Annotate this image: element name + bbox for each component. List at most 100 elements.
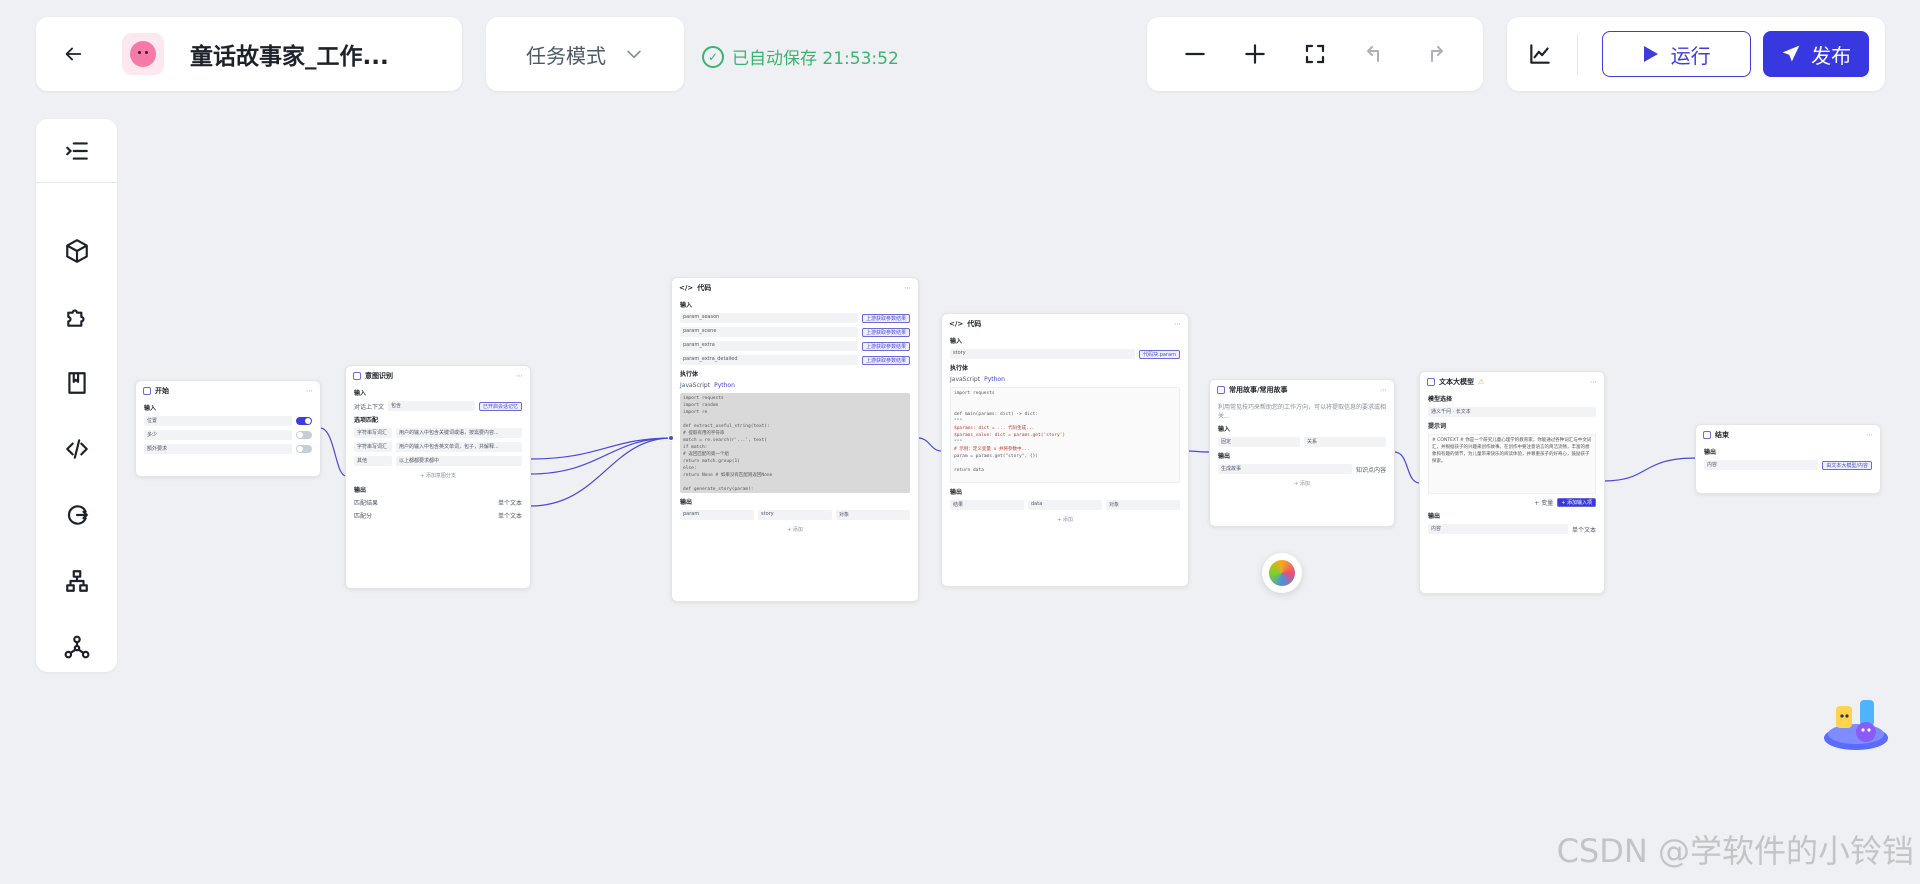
sidebar-item-code[interactable] [53, 425, 101, 473]
option-key[interactable]: 字符串写词汇 [354, 428, 392, 438]
output-ref-tag[interactable]: 由文本大模型/内容 [1822, 460, 1872, 470]
node-knowledge-input-label: 输入 [1218, 426, 1231, 433]
more-icon[interactable]: ⋯ [904, 284, 911, 292]
node-llm[interactable]: 文本大模型 ⚠ ⋯ 模型选择 通义千问 · 长文本 提示词 # CONTEXT … [1419, 371, 1605, 594]
tab-python[interactable]: Python [984, 376, 1005, 383]
input-row: param_scene 上游获取参数结果 [672, 325, 918, 339]
more-icon[interactable]: ⋯ [1174, 320, 1181, 328]
output-name-field[interactable]: param [680, 510, 754, 520]
node-knowledge[interactable]: 常用故事/常用故事 ⋯ 利用常见技巧来帮助您的工作方向，可以将提取信息的要求或相… [1209, 379, 1395, 527]
node-knowledge-title: 常用故事/常用故事 [1229, 386, 1288, 394]
more-icon[interactable]: ⋯ [1380, 386, 1387, 394]
option-key[interactable]: 字符串写词汇 [354, 442, 392, 452]
code-line: match = re.search(r'...', text) [683, 438, 767, 443]
input-name-field[interactable]: param_extra [680, 341, 858, 351]
option-value[interactable]: 用户的输入中包含关键词或语，按需要内容... [396, 428, 522, 438]
node-code-2[interactable]: </> 代码 ⋯ 输入 story 代码块.param 执行体 JavaScri… [941, 313, 1189, 587]
code-editor[interactable]: import requests import random import re … [680, 393, 910, 493]
loop-icon [67, 505, 88, 525]
options-label: 选项匹配 [354, 417, 379, 424]
prompt-editor[interactable]: # CONTEXT # 你是一个研究儿童心理学的教育家，你能通过各种词汇与中文词… [1428, 434, 1596, 494]
node-toolbar [36, 119, 117, 672]
context-label: 对话上下文 [354, 403, 385, 411]
code-line: param = params.get("story", {}) [954, 454, 1038, 459]
model-select[interactable]: 通义千问 · 长文本 [1428, 407, 1596, 417]
redo-button[interactable] [1417, 36, 1453, 72]
node-start-input-label: 输入 [144, 405, 157, 412]
input-mode-select[interactable]: 固定 [1218, 437, 1300, 447]
more-icon[interactable]: ⋯ [306, 387, 313, 395]
output-name-field[interactable]: 内容 [1428, 524, 1568, 534]
code-icon: </> [949, 320, 964, 328]
output-type-select[interactable]: 对象 [1106, 500, 1180, 510]
node-intent[interactable]: 意图识别 ⋯ 输入 对话上下文 包含 已开启会话记忆 选项匹配 字符串写词汇 用… [345, 365, 531, 589]
zoom-in-button[interactable] [1237, 36, 1273, 72]
input-name-field[interactable]: param_season [680, 313, 858, 323]
input-ref-tag[interactable]: 上游获取参数结果 [861, 313, 910, 323]
add-input-button[interactable]: + 添加输入项 [1557, 498, 1596, 507]
context-select[interactable]: 包含 [388, 401, 475, 411]
input-ref-tag[interactable]: 上游获取参数结果 [861, 341, 910, 351]
publish-button[interactable]: 发布 [1763, 31, 1869, 77]
more-icon[interactable]: ⋯ [516, 372, 523, 380]
warning-icon: ⚠ [1478, 378, 1485, 386]
add-output-link[interactable]: + 添加 [1210, 476, 1394, 491]
undo-button[interactable] [1357, 36, 1393, 72]
code-editor[interactable]: import requests def main(params: dict) -… [950, 387, 1180, 483]
input-ref-tag[interactable]: 代码块.param [1139, 349, 1180, 359]
sidebar-item-model[interactable] [53, 227, 101, 275]
input-value-field[interactable]: 关系 [1304, 437, 1386, 447]
more-icon[interactable]: ⋯ [1866, 431, 1873, 439]
back-button[interactable] [56, 37, 90, 71]
mascot-icon[interactable] [1822, 694, 1890, 752]
tab-python[interactable]: Python [714, 382, 735, 389]
add-option-link[interactable]: + 添加意图分支 [346, 468, 530, 483]
required-toggle[interactable] [296, 417, 312, 425]
output-type-select[interactable]: 对象 [836, 510, 910, 520]
tab-javascript[interactable]: JavaScript [680, 382, 710, 389]
sidebar-item-agent[interactable] [53, 623, 101, 671]
tab-javascript[interactable]: JavaScript [950, 376, 980, 383]
mode-dropdown[interactable]: 任务模式 [486, 17, 684, 91]
node-start-title: 开始 [155, 387, 169, 395]
add-output-link[interactable]: + 添加 [942, 512, 1188, 527]
param-name-field[interactable]: 多少 [144, 430, 292, 440]
output-name-field[interactable]: 结果 [950, 500, 1024, 510]
more-icon[interactable]: ⋯ [1590, 378, 1597, 386]
zoom-out-button[interactable] [1177, 36, 1213, 72]
sidebar-item-loop[interactable] [53, 491, 101, 539]
required-toggle[interactable] [296, 445, 312, 453]
input-name-field[interactable]: story [950, 349, 1136, 359]
node-code-1[interactable]: </> 代码 ⋯ 输入 param_season 上游获取参数结果 param_… [671, 277, 919, 602]
assistant-avatar[interactable] [1262, 553, 1302, 593]
input-name-field[interactable]: param_scene [680, 327, 858, 337]
analytics-button[interactable] [1523, 36, 1557, 72]
required-toggle[interactable] [296, 431, 312, 439]
output-name-field[interactable]: 内容 [1704, 460, 1819, 470]
input-handle[interactable] [668, 435, 674, 441]
sidebar-item-branch[interactable] [53, 557, 101, 605]
node-end[interactable]: 结束 ⋯ 输出 内容 由文本大模型/内容 [1695, 424, 1881, 494]
code-line: import random [683, 403, 719, 408]
run-button[interactable]: 运行 [1601, 31, 1752, 77]
output-name-field[interactable]: 生成故事 [1218, 464, 1352, 474]
node-knowledge-output-label: 输出 [1218, 453, 1231, 460]
option-value[interactable]: 用户的输入中包含英文单词，包子，并解释... [396, 442, 522, 452]
option-key[interactable]: 其他 [354, 456, 392, 466]
input-ref-tag[interactable]: 上游获取参数结果 [861, 355, 910, 365]
sidebar-item-knowledge[interactable] [53, 359, 101, 407]
sidebar-item-plugin[interactable] [53, 293, 101, 341]
input-ref-tag[interactable]: 上游获取参数结果 [861, 327, 910, 337]
collapse-toolbar-button[interactable] [36, 119, 117, 183]
fit-view-button[interactable] [1297, 36, 1333, 72]
output-value-field[interactable]: data [1028, 500, 1102, 510]
node-start[interactable]: 开始 ⋯ 输入 位置 多少 额外要求 [135, 380, 321, 477]
option-value[interactable]: 以上都都要求都中 [396, 456, 522, 466]
add-output-link[interactable]: + 添加 [672, 522, 918, 537]
add-variable-link[interactable]: + 变量 [1534, 498, 1553, 507]
input-name-field[interactable]: param_extra_detailed [680, 355, 858, 365]
output-value-field[interactable]: story [758, 510, 832, 520]
param-name-field[interactable]: 位置 [144, 416, 292, 426]
param-name-field[interactable]: 额外要求 [144, 444, 292, 454]
